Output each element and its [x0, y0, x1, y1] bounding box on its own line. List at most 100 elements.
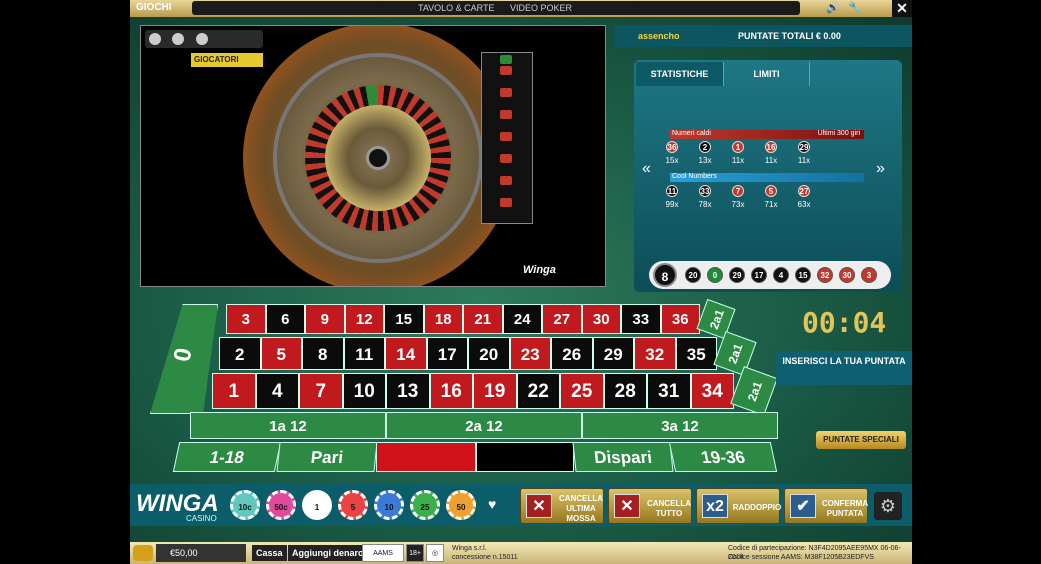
cool-numbers-title: Cool Numbers — [670, 173, 864, 182]
bet-cell-number[interactable]: 35 — [675, 337, 717, 370]
stat-number-ball: 29 — [798, 141, 810, 153]
recent-results-bar: 8 20 0 29 17 4 15 32 30 3 — [649, 261, 891, 289]
stat-number-ball: 11 — [666, 185, 678, 197]
bet-cell-number[interactable]: 31 — [647, 373, 691, 409]
bet-cell-zero[interactable]: 0 — [150, 304, 218, 414]
age-18-badge: 18+ — [406, 544, 424, 562]
wrench-icon[interactable]: 🔧 — [848, 1, 862, 14]
bet-high-19-36[interactable]: 19-36 — [668, 442, 778, 472]
tab-limits[interactable]: LIMITI — [724, 62, 810, 86]
bet-dozen-1[interactable]: 1a 12 — [190, 412, 386, 439]
bet-cell-number[interactable]: 6 — [265, 304, 305, 334]
bet-cell-number[interactable]: 29 — [592, 337, 634, 370]
x-icon: ✕ — [526, 494, 552, 518]
camera-icon[interactable] — [195, 33, 208, 45]
bet-cell-number[interactable]: 4 — [255, 373, 299, 409]
bet-cell-number[interactable]: 8 — [302, 337, 344, 370]
bet-dozen-2[interactable]: 2a 12 — [386, 412, 582, 439]
aams-logo-icon: AAMS — [362, 544, 404, 562]
bet-cell-number[interactable]: 1 — [212, 373, 256, 409]
stat-number-ball: 7 — [732, 185, 744, 197]
bet-dozen-3[interactable]: 3a 12 — [582, 412, 778, 439]
cancel-all-button[interactable]: ✕ CANCELLA TUTTO — [608, 488, 692, 524]
bet-cell-number[interactable]: 3 — [226, 304, 266, 334]
cancel-last-label: CANCELLA ULTIMA MOSSA — [559, 494, 603, 523]
bet-cell-number[interactable]: 27 — [542, 304, 582, 334]
bet-cell-number[interactable]: 22 — [516, 373, 560, 409]
bet-cell-number[interactable]: 17 — [426, 337, 468, 370]
bet-cell-number[interactable]: 10 — [342, 373, 386, 409]
bet-cell-number[interactable]: 28 — [603, 373, 647, 409]
add-money-button[interactable]: Aggiungi denaro — [288, 545, 368, 561]
cool-numbers-row: 11 99x 33 78x 7 73x 5 71x 27 63x — [666, 185, 876, 215]
stat-number-count: 11x — [731, 156, 745, 165]
stat-number-count: 63x — [797, 200, 811, 209]
hot-numbers-range: Ultimi 300 giri — [817, 130, 860, 137]
chip-1[interactable]: 1 — [302, 490, 332, 520]
bet-cell-number[interactable]: 2 — [219, 337, 261, 370]
bet-cell-number[interactable]: 21 — [463, 304, 503, 334]
bet-cell-number[interactable]: 30 — [581, 304, 621, 334]
bet-cell-number[interactable]: 19 — [473, 373, 517, 409]
bet-cell-number[interactable]: 16 — [429, 373, 473, 409]
chip-50[interactable]: 50 — [446, 490, 476, 520]
bet-odd[interactable]: Dispari — [572, 442, 674, 472]
players-label[interactable]: GIOCATORI — [191, 53, 263, 67]
tab-statistics[interactable]: STATISTICHE — [636, 62, 724, 86]
bet-cell-number[interactable]: 14 — [385, 337, 427, 370]
recent-result-ball: 30 — [839, 267, 855, 283]
bet-cell-number[interactable]: 9 — [305, 304, 345, 334]
bet-low-1-18[interactable]: 1-18 — [172, 442, 282, 472]
bet-cell-number[interactable]: 15 — [384, 304, 424, 334]
last-number: 8 — [653, 263, 677, 287]
settings-gear-icon[interactable]: ⚙ — [874, 492, 902, 520]
bet-cell-number[interactable]: 18 — [423, 304, 463, 334]
sound-icon[interactable]: 🔊 — [826, 1, 840, 14]
chip-5[interactable]: 5 — [338, 490, 368, 520]
bet-cell-number[interactable]: 5 — [260, 337, 302, 370]
stop-icon[interactable] — [149, 33, 161, 45]
bet-cell-number[interactable]: 26 — [551, 337, 593, 370]
session-code: Codice sessione AAMS: M38F1205B23EDFVS — [728, 554, 874, 561]
double-button[interactable]: x2 RADDOPPIO — [696, 488, 781, 524]
bet-cell-number[interactable]: 7 — [299, 373, 343, 409]
confirm-bet-button[interactable]: ✔ CONFERMA PUNTATA — [784, 488, 868, 524]
cancel-last-button[interactable]: ✕ CANCELLA ULTIMA MOSSA — [520, 488, 604, 524]
favorite-heart-icon[interactable]: ♥ — [488, 496, 496, 512]
bet-red[interactable] — [376, 442, 476, 472]
video-watermark-logo: Winga — [523, 264, 556, 276]
bet-cell-number[interactable]: 32 — [634, 337, 676, 370]
bet-cell-number[interactable]: 20 — [468, 337, 510, 370]
bet-cell-number[interactable]: 33 — [621, 304, 661, 334]
username: assencho — [638, 31, 680, 41]
bet-cell-number[interactable]: 24 — [502, 304, 542, 334]
chip-10c[interactable]: 10c — [230, 490, 260, 520]
bet-cell-number[interactable]: 12 — [344, 304, 384, 334]
chip-10[interactable]: 10 — [374, 490, 404, 520]
place-bet-prompt: INSERISCI LA TUA PUNTATA — [776, 351, 912, 385]
bet-cell-number[interactable]: 11 — [343, 337, 385, 370]
recent-result-ball: 20 — [685, 267, 701, 283]
chip-25[interactable]: 25 — [410, 490, 440, 520]
games-logo[interactable]: GIOCHI — [136, 2, 172, 13]
chevron-left-icon[interactable]: « — [642, 160, 651, 178]
cashier-button[interactable]: Cassa — [252, 545, 287, 561]
bet-cell-number[interactable]: 13 — [386, 373, 430, 409]
bet-cell-number[interactable]: 36 — [660, 304, 700, 334]
live-video: GIOCATORI Winga — [140, 25, 606, 287]
hot-numbers-title: Numeri caldi Ultimi 300 giri — [670, 130, 864, 139]
bet-cell-number[interactable]: 34 — [690, 373, 734, 409]
special-bets-button[interactable]: PUNTATE SPECIALI — [816, 431, 906, 449]
chevron-right-icon[interactable]: » — [876, 160, 885, 178]
chip-50c[interactable]: 50c — [266, 490, 296, 520]
menu-item-video-poker[interactable]: VIDEO POKER — [510, 3, 572, 13]
bet-black[interactable] — [476, 442, 574, 472]
bet-cell-number[interactable]: 23 — [509, 337, 551, 370]
coins-icon — [133, 545, 153, 561]
balance: €50,00 — [156, 544, 246, 562]
bet-even[interactable]: Pari — [276, 442, 378, 472]
bet-cell-number[interactable]: 25 — [560, 373, 604, 409]
menu-item-table-cards[interactable]: TAVOLO & CARTE — [418, 3, 495, 13]
fullscreen-icon[interactable] — [172, 33, 185, 45]
close-icon[interactable]: ✕ — [892, 0, 912, 17]
